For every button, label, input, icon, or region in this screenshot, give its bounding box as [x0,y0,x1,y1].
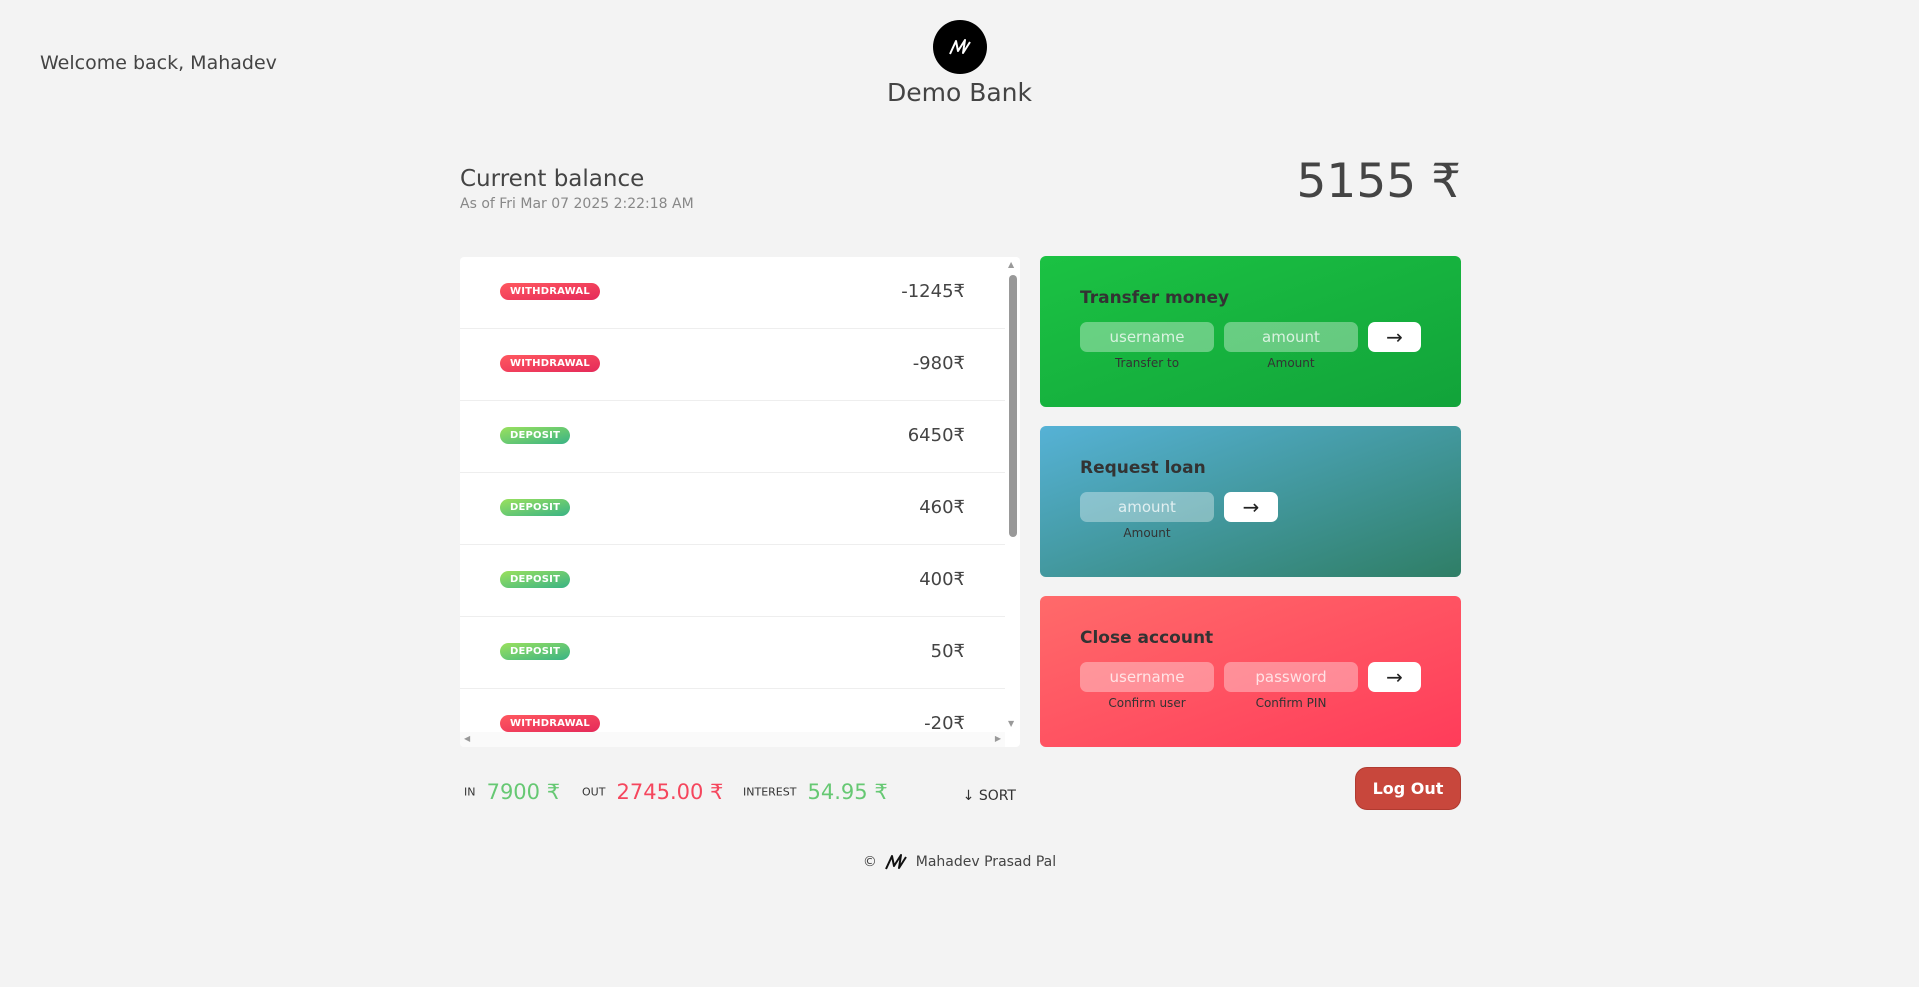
transfer-panel: Transfer money Transfer to Amount → [1040,256,1461,407]
summary-interest: INTEREST 54.95 ₹ [743,780,888,804]
scroll-down-icon[interactable]: ▼ [1008,720,1014,728]
loan-amount-field: Amount [1080,492,1214,540]
summary-out: OUT 2745.00 ₹ [582,780,723,804]
movement-type-badge: WITHDRAWAL [500,283,600,300]
loan-title: Request loan [1080,458,1206,478]
loan-panel: Request loan Amount → [1040,426,1461,577]
movement-row: DEPOSIT 6450₹ [460,401,1005,473]
transfer-to-input[interactable] [1080,322,1214,352]
movement-value: 6450₹ [907,425,965,446]
close-form: Confirm user Confirm PIN → [1080,662,1421,710]
loan-submit-button[interactable]: → [1224,492,1278,522]
transfer-to-caption: Transfer to [1114,356,1180,370]
movement-value: 400₹ [919,569,965,590]
loan-amount-input[interactable] [1080,492,1214,522]
sort-button[interactable]: ↓ SORT [963,788,1016,804]
movement-value: 460₹ [919,497,965,518]
summary-out-label: OUT [582,785,606,799]
brand: Demo Bank [0,20,1919,107]
movement-type-badge: WITHDRAWAL [500,355,600,372]
balance-value: 5155 ₹ [1296,154,1461,209]
loan-form: Amount → [1080,492,1421,540]
close-pin-caption: Confirm PIN [1255,696,1327,710]
movement-type-badge: WITHDRAWAL [500,715,600,732]
movement-row: WITHDRAWAL -1245₹ [460,257,1005,329]
close-user-field: Confirm user [1080,662,1214,710]
scroll-thumb[interactable] [1009,275,1017,537]
transfer-form: Transfer to Amount → [1080,322,1421,370]
transfer-amount-input[interactable] [1224,322,1358,352]
summary-interest-value: 54.95 ₹ [807,780,888,804]
copyright-symbol: © [862,854,877,870]
summary: IN 7900 ₹ OUT 2745.00 ₹ INTEREST 54.95 ₹… [460,780,1020,810]
footer: © Mahadev Prasad Pal [0,852,1919,872]
logout-button[interactable]: Log Out [1355,767,1461,810]
close-submit-button[interactable]: → [1368,662,1421,692]
close-title: Close account [1080,628,1214,648]
transfer-title: Transfer money [1080,288,1230,308]
movement-row: DEPOSIT 460₹ [460,473,1005,545]
scroll-up-icon[interactable]: ▲ [1008,261,1014,269]
close-account-panel: Close account Confirm user Confirm PIN → [1040,596,1461,747]
summary-in-value: 7900 ₹ [486,780,561,804]
transfer-to-field: Transfer to [1080,322,1214,370]
summary-in-label: IN [464,785,476,799]
transfer-submit-button[interactable]: → [1368,322,1421,352]
summary-out-value: 2745.00 ₹ [616,780,724,804]
movement-value: -20₹ [924,713,965,734]
close-user-caption: Confirm user [1108,696,1186,710]
movement-type-badge: DEPOSIT [500,571,571,588]
brand-name: Demo Bank [886,78,1033,107]
vertical-scrollbar[interactable]: ▲ ▼ [1005,257,1020,732]
horizontal-scrollbar[interactable]: ◀ ▶ [460,732,1005,747]
author-logo-icon [885,854,908,870]
movement-row: DEPOSIT 50₹ [460,617,1005,689]
transfer-amount-caption: Amount [1267,356,1315,370]
close-pin-input[interactable] [1224,662,1358,692]
scroll-left-icon[interactable]: ◀ [464,735,470,743]
bank-logo-icon [932,20,987,74]
movement-row: DEPOSIT 400₹ [460,545,1005,617]
balance-section: Current balance As of Fri Mar 07 2025 2:… [460,154,1461,212]
movements-list[interactable]: WITHDRAWAL -1245₹ WITHDRAWAL -980₹ DEPOS… [460,257,1020,747]
summary-interest-label: INTEREST [743,785,797,799]
movement-type-badge: DEPOSIT [500,499,571,516]
loan-amount-caption: Amount [1123,526,1171,540]
summary-in: IN 7900 ₹ [464,780,560,804]
movement-value: -1245₹ [901,281,965,302]
movement-value: -980₹ [912,353,965,374]
movement-value: 50₹ [930,641,965,662]
scroll-right-icon[interactable]: ▶ [995,735,1001,743]
footer-author: Mahadev Prasad Pal [915,854,1057,870]
movement-type-badge: DEPOSIT [500,643,571,660]
transfer-amount-field: Amount [1224,322,1358,370]
movement-row: WITHDRAWAL -980₹ [460,329,1005,401]
movement-type-badge: DEPOSIT [500,427,571,444]
close-pin-field: Confirm PIN [1224,662,1358,710]
close-user-input[interactable] [1080,662,1214,692]
